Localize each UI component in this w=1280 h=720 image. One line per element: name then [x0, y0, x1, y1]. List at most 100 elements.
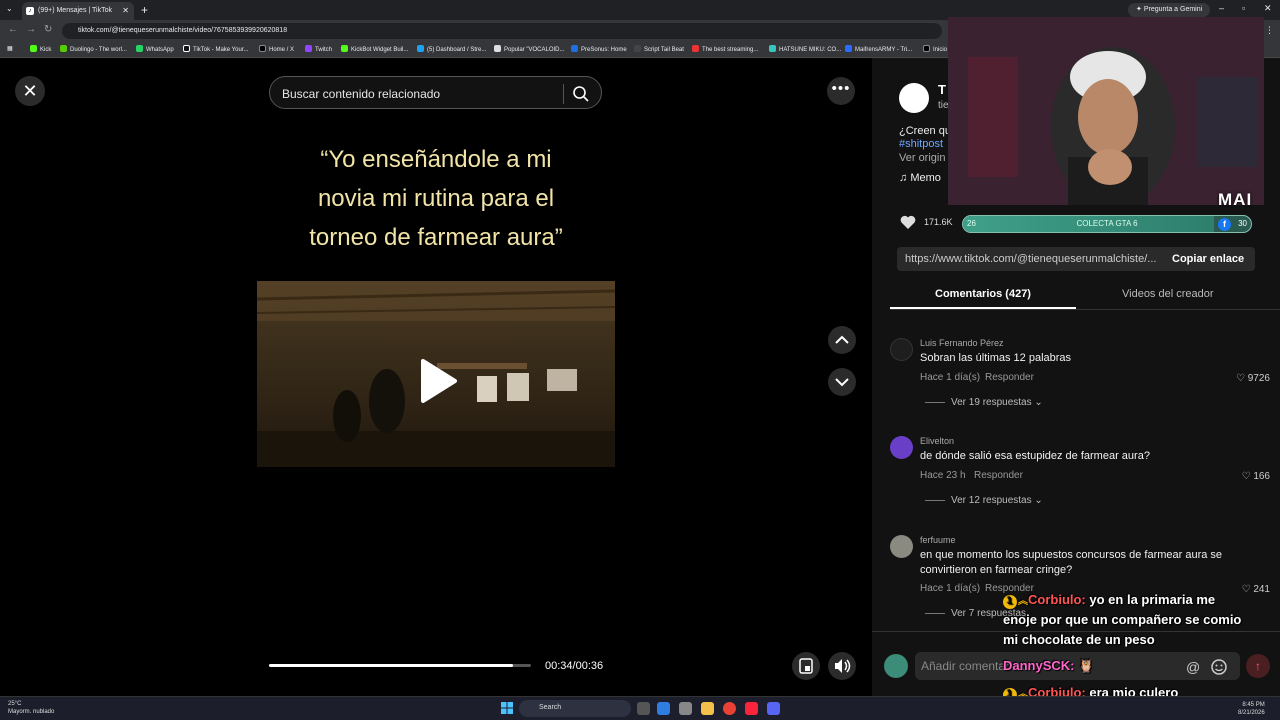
- comment-likes[interactable]: ♡ 9726: [1236, 373, 1270, 384]
- comment-likes[interactable]: ♡ 241: [1242, 584, 1270, 595]
- menu-icon[interactable]: ⋮: [1265, 25, 1274, 36]
- chrome-icon[interactable]: [723, 702, 736, 715]
- windows-start-icon[interactable]: [501, 702, 513, 714]
- bookmark-item[interactable]: WhatsApp: [136, 45, 174, 53]
- hashtag-link[interactable]: #shitpost: [899, 138, 943, 150]
- avatar[interactable]: [890, 535, 913, 558]
- bookmark-label: Popular "VOCALOID...: [504, 47, 565, 53]
- caption-line: “Yo enseñándole a mi: [320, 146, 552, 173]
- forward-icon[interactable]: →: [26, 24, 36, 35]
- reply-button[interactable]: Responder: [974, 470, 1023, 481]
- view-replies-label: Ver 19 respuestas: [951, 397, 1032, 408]
- chat-text: 🦉: [1078, 658, 1095, 673]
- video-time: 00:34/00:36: [545, 660, 604, 672]
- taskbar-search[interactable]: Search: [519, 700, 631, 717]
- video-player[interactable]: Buscar contenido relacionado “Yo enseñán…: [257, 58, 615, 696]
- facebook-icon: f: [1218, 218, 1231, 231]
- bookmark-item[interactable]: Twitch: [305, 45, 332, 53]
- url-field[interactable]: tiktok.com/@tienequeserunmalchiste/video…: [62, 23, 942, 39]
- avatar[interactable]: [890, 436, 913, 459]
- bookmark-item[interactable]: Duolingo - The worl...: [60, 45, 127, 53]
- maximize-icon[interactable]: ▫: [1242, 3, 1245, 13]
- bookmark-item[interactable]: The best streaming...: [692, 45, 758, 53]
- comment-time: Hace 1 día(s): [920, 583, 981, 594]
- bookmark-label: Twitch: [315, 47, 333, 53]
- weather-widget[interactable]: 25°C Mayorm. nublado: [8, 700, 54, 716]
- browser-tab[interactable]: ♪ (99+) Mensajes | TikTok ✕: [22, 2, 134, 20]
- file-explorer-icon[interactable]: [701, 702, 714, 715]
- share-link-box: https://www.tiktok.com/@tienequeserunmal…: [897, 247, 1255, 271]
- chat-username: DannySCK:: [1003, 658, 1075, 673]
- comment-username[interactable]: Luis Fernando Pérez: [920, 338, 1004, 348]
- minimize-icon[interactable]: –: [1219, 3, 1224, 13]
- heart-outline-icon: ♡: [1241, 471, 1254, 482]
- mention-icon[interactable]: @: [1186, 659, 1200, 675]
- tab-list-icon[interactable]: ⌄: [6, 4, 13, 13]
- back-icon[interactable]: ←: [8, 24, 18, 35]
- bookmark-label: PreSonus: Home: [581, 47, 627, 53]
- comment-text: en que momento los supuestos concursos d…: [920, 549, 1223, 576]
- chevron-up-icon: [835, 335, 849, 344]
- tab-creator-videos[interactable]: Videos del creador: [1122, 288, 1214, 300]
- avatar[interactable]: [890, 338, 913, 361]
- comment-username[interactable]: ferfuume: [920, 535, 956, 545]
- bookmark-item[interactable]: Script Tail Beat: [634, 45, 684, 53]
- music-note-icon: ♫: [899, 172, 911, 184]
- more-options-button[interactable]: •••: [827, 77, 855, 105]
- play-icon[interactable]: [419, 358, 459, 404]
- video-progress-bar[interactable]: [269, 664, 531, 667]
- tab-title: (99+) Mensajes | TikTok: [38, 7, 112, 14]
- bookmark-item[interactable]: HATSUNE MIKU: CO...: [769, 45, 841, 53]
- bookmark-item[interactable]: (5) Dashboard / Stre...: [417, 45, 486, 53]
- apps-icon[interactable]: ▦: [7, 45, 13, 52]
- search-placeholder: Buscar contenido relacionado: [282, 87, 441, 101]
- tab-comments[interactable]: Comentarios (427): [935, 288, 1031, 300]
- reload-icon[interactable]: ↻: [44, 24, 52, 35]
- search-icon[interactable]: [572, 85, 590, 103]
- bookmark-item[interactable]: PreSonus: Home: [571, 45, 627, 53]
- bookmark-label: Script Tail Beat: [644, 47, 684, 53]
- close-window-icon[interactable]: ✕: [1264, 3, 1272, 14]
- bookmark-item[interactable]: Kick: [30, 45, 51, 53]
- edge-icon[interactable]: [657, 702, 670, 715]
- view-replies-button[interactable]: Ver 19 respuestas ⌄: [925, 397, 1043, 408]
- bookmark-item[interactable]: Home / X: [259, 45, 294, 53]
- settings-icon[interactable]: [679, 702, 692, 715]
- send-comment-button[interactable]: ↑: [1246, 654, 1270, 678]
- new-tab-icon[interactable]: +: [141, 3, 148, 17]
- bookmark-item[interactable]: TikTok - Make Your...: [183, 45, 248, 53]
- see-original-link[interactable]: Ver origin: [899, 152, 945, 164]
- comment-like-count: 166: [1253, 471, 1270, 482]
- bookmark-item[interactable]: MaifrensARMY - Tri...: [845, 45, 912, 53]
- bookmark-item[interactable]: Inicio: [923, 45, 947, 53]
- reply-button[interactable]: Responder: [985, 372, 1034, 383]
- close-video-button[interactable]: ✕: [15, 76, 45, 106]
- comment-likes[interactable]: ♡ 166: [1242, 471, 1270, 482]
- previous-video-button[interactable]: [828, 326, 856, 354]
- author-name[interactable]: T: [938, 82, 946, 97]
- close-tab-icon[interactable]: ✕: [122, 6, 129, 15]
- volume-button[interactable]: [828, 652, 856, 680]
- copy-link-button[interactable]: Copiar enlace: [1172, 253, 1244, 265]
- music-link[interactable]: ♫ Memo: [899, 172, 941, 184]
- bookmark-item[interactable]: KickBot Widget Buil...: [341, 45, 408, 53]
- author-avatar[interactable]: [899, 83, 929, 113]
- chat-message: mi chocolate de un peso: [1003, 630, 1155, 650]
- bookmark-item[interactable]: Popular "VOCALOID...: [494, 45, 565, 53]
- view-replies-button[interactable]: Ver 12 respuestas ⌄: [925, 495, 1043, 506]
- next-video-button[interactable]: [828, 368, 856, 396]
- view-replies-label: Ver 12 respuestas: [951, 495, 1032, 506]
- heart-icon[interactable]: [899, 213, 917, 231]
- task-view-icon[interactable]: [637, 702, 650, 715]
- system-clock[interactable]: 8:45 PM 8/21/2026: [1238, 701, 1265, 717]
- gemini-button[interactable]: ✦ Pregunta a Gemini: [1128, 3, 1211, 17]
- discord-icon[interactable]: [767, 702, 780, 715]
- author-handle[interactable]: tie: [938, 100, 949, 111]
- replies-line: [925, 612, 945, 614]
- emoji-icon[interactable]: [1210, 658, 1228, 676]
- music-app-icon[interactable]: [745, 702, 758, 715]
- comment-username[interactable]: Elivelton: [920, 436, 954, 446]
- picture-in-picture-button[interactable]: [792, 652, 820, 680]
- related-search-input[interactable]: Buscar contenido relacionado: [269, 76, 602, 109]
- streamer-webcam-image: [948, 17, 1264, 205]
